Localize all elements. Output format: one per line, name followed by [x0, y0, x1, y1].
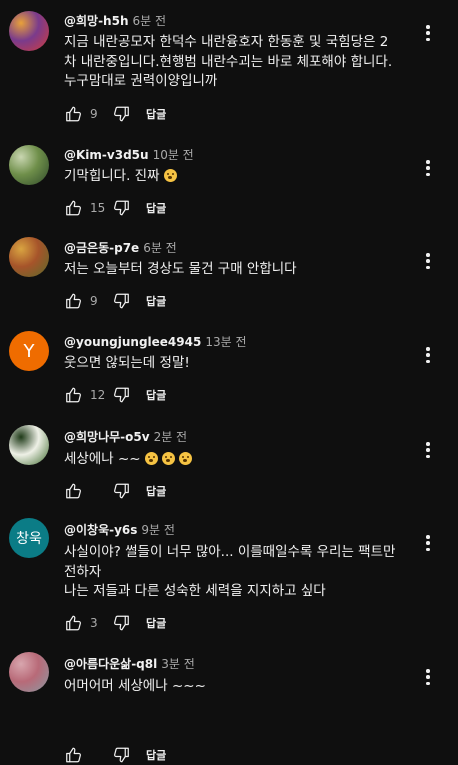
dislike-icon[interactable] — [110, 198, 132, 218]
comment-text-line: 기막힙니다. 진짜 — [64, 167, 414, 187]
comment-author[interactable]: @Kim-v3d5u — [64, 148, 149, 162]
comment-text: 사실이야? 썰들이 너무 많아... 이를때일수록 우리는 팩트만전하자나는 저… — [64, 543, 414, 602]
dislike-icon[interactable] — [110, 385, 132, 405]
comment-author[interactable]: @이창욱-y6s — [64, 523, 137, 537]
avatar[interactable] — [9, 11, 49, 51]
reply-button[interactable]: 답글 — [146, 615, 166, 631]
comment-text-line: 웃으면 않되는데 정말! — [64, 355, 190, 371]
dislike-icon[interactable] — [110, 745, 132, 765]
reply-button[interactable]: 답글 — [146, 106, 166, 122]
avatar[interactable] — [9, 145, 49, 185]
comment-time[interactable]: 6분 전 — [143, 241, 177, 255]
like-icon[interactable] — [62, 481, 84, 501]
comment-text-line: 어머어머 세상에나 ~~~ — [64, 678, 206, 694]
comment-text-line: 전하자 — [64, 563, 102, 580]
comment-time[interactable]: 10분 전 — [153, 148, 194, 162]
comment-text-line: 지금 내란공모자 한덕수 내란융호자 한동훈 및 국힘당은 2 — [64, 34, 389, 50]
comment-actions: 9 답글 — [62, 291, 166, 311]
reply-button[interactable]: 답글 — [146, 747, 166, 763]
avatar[interactable] — [9, 237, 49, 277]
comment-text-line: 저는 오늘부터 경상도 물건 구매 안합니다 — [64, 261, 297, 277]
dislike-icon[interactable] — [110, 291, 132, 311]
like-icon[interactable] — [62, 104, 84, 124]
reply-button[interactable]: 답글 — [146, 293, 166, 309]
comment-text: 세상에나 ~~ — [64, 450, 414, 470]
emoji-icon — [161, 452, 175, 465]
comment-author[interactable]: @희망-h5h — [64, 14, 129, 28]
emoji-icon — [163, 169, 177, 182]
comment-text: 저는 오늘부터 경상도 물건 구매 안합니다 — [64, 260, 414, 280]
comment-time[interactable]: 3분 전 — [161, 657, 195, 671]
dislike-icon[interactable] — [110, 613, 132, 633]
comment-text-line: 누구맘대로 권력이양입니까 — [64, 73, 218, 89]
comment-actions: 15 답글 — [62, 198, 166, 218]
comment-time[interactable]: 2분 전 — [154, 430, 188, 444]
dislike-icon[interactable] — [110, 104, 132, 124]
like-count: 3 — [90, 616, 98, 630]
like-icon[interactable] — [62, 291, 84, 311]
avatar[interactable] — [9, 425, 49, 465]
comment-actions: 9 답글 — [62, 104, 166, 124]
more-options-icon[interactable] — [424, 158, 432, 178]
like-count: 15 — [90, 201, 106, 215]
more-options-icon[interactable] — [424, 23, 432, 43]
reply-button[interactable]: 답글 — [146, 483, 166, 499]
like-count: 9 — [90, 107, 98, 121]
more-options-icon[interactable] — [424, 533, 432, 553]
comment-author[interactable]: @금은동-p7e — [64, 241, 139, 255]
comment-text: 어머어머 세상에나 ~~~ — [64, 677, 414, 697]
comment-author[interactable]: @youngjunglee4945 — [64, 335, 201, 349]
more-options-icon[interactable] — [424, 251, 432, 271]
emoji-icon — [178, 452, 192, 465]
like-icon[interactable] — [62, 745, 84, 765]
more-options-icon[interactable] — [424, 345, 432, 365]
dislike-icon[interactable] — [110, 481, 132, 501]
comment-actions: 답글 — [62, 745, 166, 765]
avatar-initials: 창욱 — [16, 531, 42, 547]
avatar[interactable] — [9, 652, 49, 692]
comment-actions: 답글 — [62, 481, 166, 501]
comment-time[interactable]: 9분 전 — [141, 523, 175, 537]
comment-actions: 3 답글 — [62, 613, 166, 633]
avatar-initials: Y — [23, 340, 35, 362]
comment-text-line: 사실이야? 썰들이 너무 많아... 이를때일수록 우리는 팩트만 — [64, 544, 396, 560]
comment-time[interactable]: 6분 전 — [133, 14, 167, 28]
like-count: 9 — [90, 294, 98, 308]
comment-text: 기막힙니다. 진짜 — [64, 167, 414, 187]
more-options-icon[interactable] — [424, 440, 432, 460]
like-icon[interactable] — [62, 385, 84, 405]
comment-text: 웃으면 않되는데 정말! — [64, 354, 414, 374]
comment-actions: 12 답글 — [62, 385, 166, 405]
reply-button[interactable]: 답글 — [146, 200, 166, 216]
reply-button[interactable]: 답글 — [146, 387, 166, 403]
like-icon[interactable] — [62, 198, 84, 218]
comment-text: 지금 내란공모자 한덕수 내란융호자 한동훈 및 국힘당은 2 차 내란중입니다.… — [64, 33, 414, 92]
comment-author[interactable]: @아름다운삶-q8l — [64, 657, 157, 671]
like-count: 12 — [90, 388, 106, 402]
like-icon[interactable] — [62, 613, 84, 633]
emoji-icon — [144, 452, 158, 465]
comment-text-line: 차 내란중입니다.현행범 내란수괴는 바로 체포해야 합니다. — [64, 53, 393, 70]
avatar[interactable]: Y — [9, 331, 49, 371]
comment-text-line: 세상에나 ~~ — [64, 450, 414, 470]
comment-time[interactable]: 13분 전 — [205, 335, 246, 349]
comment-author[interactable]: @희망나무-o5v — [64, 430, 150, 444]
comment-text-line: 나는 저들과 다른 성숙한 세력을 지지하고 싶다 — [64, 583, 326, 599]
more-options-icon[interactable] — [424, 667, 432, 687]
avatar[interactable]: 창욱 — [9, 518, 49, 558]
